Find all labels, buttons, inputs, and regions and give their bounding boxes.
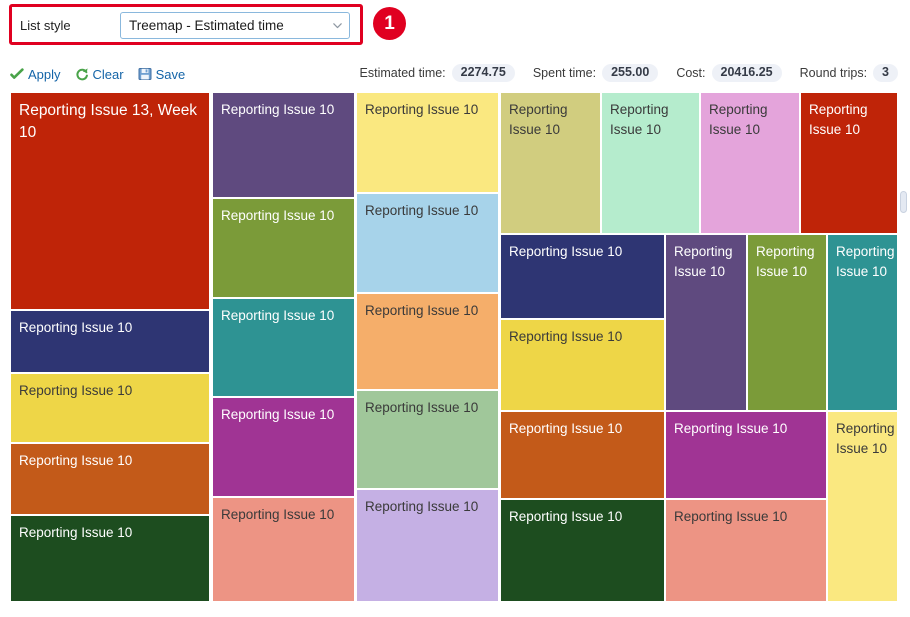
treemap-tile[interactable]: Reporting Issue 10: [356, 293, 499, 390]
stat-estimated-time: Estimated time: 2274.75: [360, 64, 515, 82]
treemap-tile-label: Reporting Issue 10: [221, 407, 335, 422]
treemap-tile-label: Reporting Issue 10: [221, 308, 335, 323]
check-icon: [10, 67, 24, 81]
save-label: Save: [155, 66, 186, 82]
treemap-tile[interactable]: Reporting Issue 10: [212, 92, 355, 198]
treemap-tile-label: Reporting Issue 10: [365, 203, 479, 218]
treemap-tile-label: Reporting Issue 10: [365, 303, 479, 318]
treemap-tile-label: Reporting Issue 10: [509, 244, 623, 259]
treemap-tile[interactable]: Reporting Issue 10: [212, 497, 355, 602]
treemap-tile-label: Reporting Issue 10: [19, 320, 133, 335]
chevron-down-icon: [332, 20, 343, 31]
treemap-tile-label: Reporting Issue 10: [674, 244, 733, 279]
treemap-tile[interactable]: Reporting Issue 10: [665, 411, 827, 499]
treemap-tile[interactable]: Reporting Issue 10: [356, 390, 499, 489]
treemap-tile[interactable]: Reporting Issue 10: [700, 92, 800, 234]
treemap-tile-label: Reporting Issue 10: [19, 525, 133, 540]
treemap-tile-label: Reporting Issue 10: [836, 421, 895, 456]
action-bar: Apply Clear Save: [10, 63, 194, 85]
treemap-tile[interactable]: Reporting Issue 10: [356, 489, 499, 602]
stat-label: Cost:: [676, 66, 706, 80]
apply-button[interactable]: Apply: [10, 67, 61, 82]
treemap-tile[interactable]: Reporting Issue 10: [665, 234, 747, 411]
treemap-tile[interactable]: Reporting Issue 10: [356, 193, 499, 293]
vertical-scrollbar-track[interactable]: [900, 92, 909, 602]
list-style-selected-value: Treemap - Estimated time: [129, 17, 284, 33]
stat-value: 255.00: [602, 64, 659, 82]
treemap-tile-label: Reporting Issue 10: [365, 102, 479, 117]
treemap-tile-label: Reporting Issue 10: [19, 383, 133, 398]
floppy-disk-icon: [138, 67, 152, 81]
treemap-tile[interactable]: Reporting Issue 10: [212, 298, 355, 397]
clear-label: Clear: [92, 66, 124, 82]
stat-round-trips: Round trips: 3: [800, 64, 898, 82]
stat-spent-time: Spent time: 255.00: [532, 64, 659, 82]
treemap-tile[interactable]: Reporting Issue 10: [212, 397, 355, 497]
treemap-tile[interactable]: Reporting Issue 10: [10, 310, 210, 373]
treemap-tile[interactable]: Reporting Issue 10: [500, 499, 665, 602]
treemap-tile-label: Reporting Issue 10: [221, 208, 335, 223]
treemap-tile[interactable]: Reporting Issue 10: [500, 234, 665, 319]
treemap-tile[interactable]: Reporting Issue 10: [10, 443, 210, 515]
stat-label: Round trips:: [799, 66, 868, 80]
treemap-tile[interactable]: Reporting Issue 10: [500, 411, 665, 499]
treemap-report-page: 1 List style Treemap - Estimated time Ap…: [0, 0, 910, 617]
apply-label: Apply: [28, 66, 61, 82]
treemap-tile-label: Reporting Issue 13, Week 10: [19, 102, 198, 141]
list-style-select[interactable]: Treemap - Estimated time: [120, 11, 350, 39]
treemap-tile-label: Reporting Issue 10: [365, 499, 479, 514]
vertical-scrollbar-thumb[interactable]: [900, 191, 907, 213]
treemap-tile-label: Reporting Issue 10: [509, 421, 623, 436]
treemap-tile-label: Reporting Issue 10: [756, 244, 815, 279]
stat-value: 20416.25: [711, 64, 782, 82]
stat-cost: Cost: 20416.25: [676, 64, 782, 82]
treemap-tile-label: Reporting Issue 10: [709, 102, 768, 137]
treemap-tile-label: Reporting Issue 10: [19, 453, 133, 468]
treemap-tile[interactable]: Reporting Issue 10: [10, 373, 210, 443]
treemap-tile-label: Reporting Issue 10: [809, 102, 868, 137]
treemap-tile-label: Reporting Issue 10: [509, 509, 623, 524]
stat-value: 2274.75: [451, 64, 515, 82]
treemap-tile[interactable]: Reporting Issue 10: [500, 92, 601, 234]
treemap-tile[interactable]: Reporting Issue 10: [827, 234, 898, 411]
stat-value: 3: [873, 64, 898, 82]
callout-badge-1: 1: [373, 7, 406, 40]
treemap-tile-label: Reporting Issue 10: [509, 102, 568, 137]
treemap-tile-label: Reporting Issue 10: [836, 244, 895, 279]
treemap-tile[interactable]: Reporting Issue 10: [601, 92, 700, 234]
treemap-tile[interactable]: Reporting Issue 13, Week 10: [10, 92, 210, 310]
treemap-tile[interactable]: Reporting Issue 10: [10, 515, 210, 602]
treemap-tile[interactable]: Reporting Issue 10: [356, 92, 499, 193]
save-button[interactable]: Save: [138, 66, 186, 82]
treemap-tile-label: Reporting Issue 10: [674, 509, 788, 524]
stat-label: Estimated time:: [359, 66, 446, 80]
treemap-tile-label: Reporting Issue 10: [221, 102, 335, 117]
treemap-tile[interactable]: Reporting Issue 10: [800, 92, 898, 234]
treemap-tile-label: Reporting Issue 10: [674, 421, 788, 436]
treemap-tile[interactable]: Reporting Issue 10: [827, 411, 898, 602]
refresh-icon: [75, 67, 89, 81]
treemap-tile[interactable]: Reporting Issue 10: [665, 499, 827, 602]
treemap-tile-label: Reporting Issue 10: [610, 102, 669, 137]
treemap-chart: Reporting Issue 13, Week 10 Reporting Iss…: [10, 92, 898, 602]
stat-label: Spent time:: [532, 66, 597, 80]
treemap-tile[interactable]: Reporting Issue 10: [212, 198, 355, 298]
list-style-row: List style Treemap - Estimated time: [20, 11, 354, 39]
list-style-label: List style: [20, 17, 71, 33]
treemap-tile-label: Reporting Issue 10: [365, 400, 479, 415]
clear-button[interactable]: Clear: [75, 67, 124, 82]
stats-bar: Estimated time: 2274.75 Spent time: 255.…: [360, 62, 898, 84]
treemap-tile-label: Reporting Issue 10: [221, 507, 335, 522]
treemap-tile-label: Reporting Issue 10: [509, 329, 623, 344]
treemap-tile[interactable]: Reporting Issue 10: [747, 234, 827, 411]
treemap-tile[interactable]: Reporting Issue 10: [500, 319, 665, 411]
